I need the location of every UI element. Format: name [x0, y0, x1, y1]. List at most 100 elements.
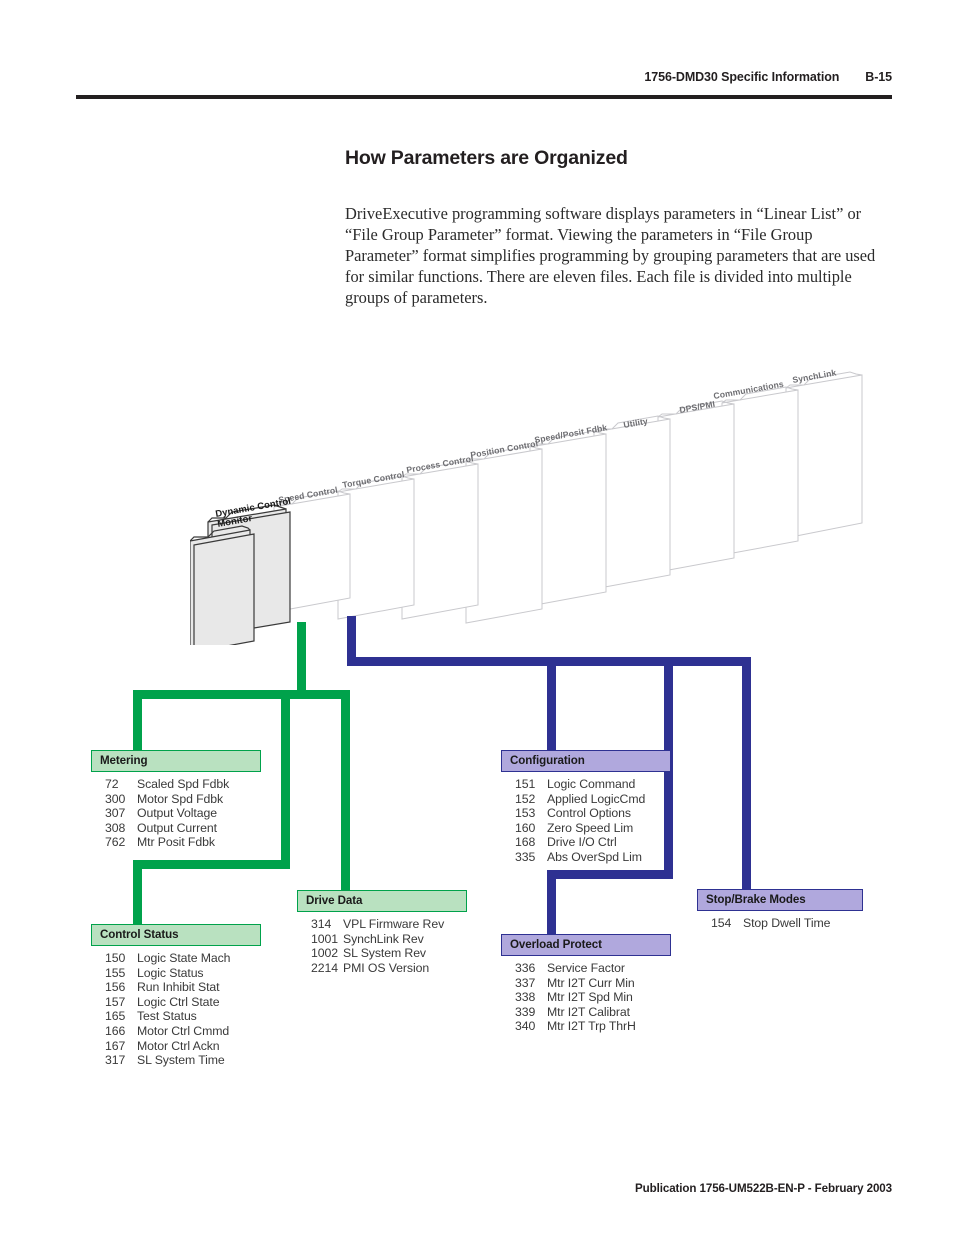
- param-number: 338: [515, 990, 536, 1005]
- param-row: 762 Mtr Posit Fdbk: [91, 835, 261, 850]
- param-group-metering: Metering 72 Scaled Spd Fdbk 300 Motor Spd F…: [91, 750, 261, 850]
- param-name: Applied LogicCmd: [547, 791, 646, 806]
- param-name: Logic Status: [137, 965, 204, 980]
- param-name: Mtr Posit Fdbk: [137, 835, 215, 850]
- connector-drive-data-drop: [341, 690, 350, 890]
- param-row: 317 SL System Time: [91, 1053, 261, 1068]
- param-name: Service Factor: [547, 961, 625, 975]
- param-row: 339 Mtr I2T Calibrat: [501, 1005, 671, 1020]
- param-group-overload-protect: Overload Protect 336 Service Factor 337 Mtr…: [501, 934, 671, 1034]
- param-name: SL System Rev: [343, 946, 426, 961]
- connector-metering-rightwall: [281, 690, 290, 868]
- param-row: 1001 SynchLink Rev: [297, 932, 467, 947]
- param-row: 155 Logic Status: [91, 966, 261, 981]
- param-row: 308 Output Current: [91, 821, 261, 836]
- param-name: Output Current: [137, 820, 217, 835]
- param-row: 72 Scaled Spd Fdbk: [91, 777, 261, 792]
- param-number: 166: [105, 1023, 126, 1038]
- param-group-configuration: Configuration 151 Logic Command 152 Applied…: [501, 750, 671, 865]
- param-number: 155: [105, 965, 126, 980]
- param-list: 154 Stop Dwell Time: [697, 911, 863, 931]
- param-number: 336: [515, 961, 536, 975]
- param-row: 152 Applied LogicCmd: [501, 792, 671, 807]
- connector-metering-bottom: [133, 860, 290, 869]
- param-number: 160: [515, 820, 536, 835]
- param-name: Mtr I2T Trp ThrH: [547, 1019, 636, 1034]
- connector-configuration-drop: [547, 657, 556, 753]
- param-number: 150: [105, 951, 126, 965]
- param-list: 72 Scaled Spd Fdbk 300 Motor Spd Fdbk 307 Out…: [91, 772, 261, 850]
- param-row: 335 Abs OverSpd Lim: [501, 850, 671, 865]
- param-group-title: Metering: [91, 750, 261, 772]
- param-row: 337 Mtr I2T Curr Min: [501, 976, 671, 991]
- connector-config-bottom: [547, 870, 673, 879]
- param-row: 153 Control Options: [501, 806, 671, 821]
- param-name: Run Inhibit Stat: [137, 980, 220, 995]
- param-name: SynchLink Rev: [343, 931, 424, 946]
- param-row: 165 Test Status: [91, 1009, 261, 1024]
- param-number: 168: [515, 835, 536, 850]
- param-list: 336 Service Factor 337 Mtr I2T Curr Min 338 M…: [501, 956, 671, 1034]
- parameter-organization-diagram: SynchLink Communications DPS/PMI Utility: [0, 0, 954, 1243]
- param-name: Output Voltage: [137, 806, 217, 821]
- param-name: SL System Time: [137, 1053, 225, 1068]
- param-group-drive-data: Drive Data 314 VPL Firmware Rev 1001 SynchL…: [297, 890, 467, 975]
- param-row: 151 Logic Command: [501, 777, 671, 792]
- param-number: 153: [515, 806, 536, 821]
- param-name: Test Status: [137, 1009, 197, 1024]
- param-name: Logic State Mach: [137, 951, 231, 965]
- connector-stopbrake-drop: [742, 657, 751, 889]
- param-row: 336 Service Factor: [501, 961, 671, 976]
- param-row: 338 Mtr I2T Spd Min: [501, 990, 671, 1005]
- param-name: Logic Command: [547, 777, 636, 791]
- param-number: 307: [105, 806, 126, 821]
- param-row: 168 Drive I/O Ctrl: [501, 835, 671, 850]
- param-name: Stop Dwell Time: [743, 916, 831, 930]
- param-number: 762: [105, 835, 126, 850]
- param-name: Drive I/O Ctrl: [547, 835, 617, 850]
- param-name: VPL Firmware Rev: [343, 917, 445, 931]
- param-row: 167 Motor Ctrl Ackn: [91, 1039, 261, 1054]
- param-number: 1002: [311, 946, 338, 961]
- param-number: 167: [105, 1038, 126, 1053]
- param-number: 314: [311, 917, 332, 931]
- param-name: Control Options: [547, 806, 631, 821]
- param-name: Motor Ctrl Ackn: [137, 1038, 220, 1053]
- connector-monitor-bus: [133, 690, 350, 699]
- param-number: 339: [515, 1004, 536, 1019]
- param-row: 157 Logic Ctrl State: [91, 995, 261, 1010]
- param-group-title: Configuration: [501, 750, 671, 772]
- connector-metering-drop: [133, 690, 142, 756]
- param-group-title: Drive Data: [297, 890, 467, 912]
- param-row: 300 Motor Spd Fdbk: [91, 792, 261, 807]
- param-name: Mtr I2T Calibrat: [547, 1004, 630, 1019]
- connector-metering-to-status: [133, 860, 142, 932]
- param-name: PMI OS Version: [343, 960, 430, 975]
- param-group-title: Overload Protect: [501, 934, 671, 956]
- param-number: 337: [515, 975, 536, 990]
- param-name: Scaled Spd Fdbk: [137, 777, 230, 791]
- param-number: 72: [105, 777, 119, 791]
- param-number: 154: [711, 916, 732, 930]
- param-number: 1001: [311, 931, 338, 946]
- param-number: 165: [105, 1009, 126, 1024]
- param-list: 150 Logic State Mach 155 Logic Status 156 Run…: [91, 946, 261, 1068]
- param-number: 340: [515, 1019, 536, 1034]
- param-group-title: Stop/Brake Modes: [697, 889, 863, 911]
- param-number: 308: [105, 820, 126, 835]
- param-list: 314 VPL Firmware Rev 1001 SynchLink Rev 1002…: [297, 912, 467, 975]
- param-row: 166 Motor Ctrl Cmmd: [91, 1024, 261, 1039]
- param-row: 307 Output Voltage: [91, 806, 261, 821]
- param-name: Motor Spd Fdbk: [137, 791, 224, 806]
- param-number: 300: [105, 791, 126, 806]
- param-row: 154 Stop Dwell Time: [697, 916, 863, 931]
- param-number: 2214: [311, 960, 338, 975]
- param-group-stop-brake-modes: Stop/Brake Modes 154 Stop Dwell Time: [697, 889, 863, 931]
- param-row: 340 Mtr I2T Trp ThrH: [501, 1019, 671, 1034]
- param-name: Mtr I2T Curr Min: [547, 975, 635, 990]
- param-number: 317: [105, 1053, 126, 1068]
- param-group-title: Control Status: [91, 924, 261, 946]
- param-name: Mtr I2T Spd Min: [547, 990, 633, 1005]
- param-name: Abs OverSpd Lim: [547, 849, 642, 864]
- param-number: 335: [515, 849, 536, 864]
